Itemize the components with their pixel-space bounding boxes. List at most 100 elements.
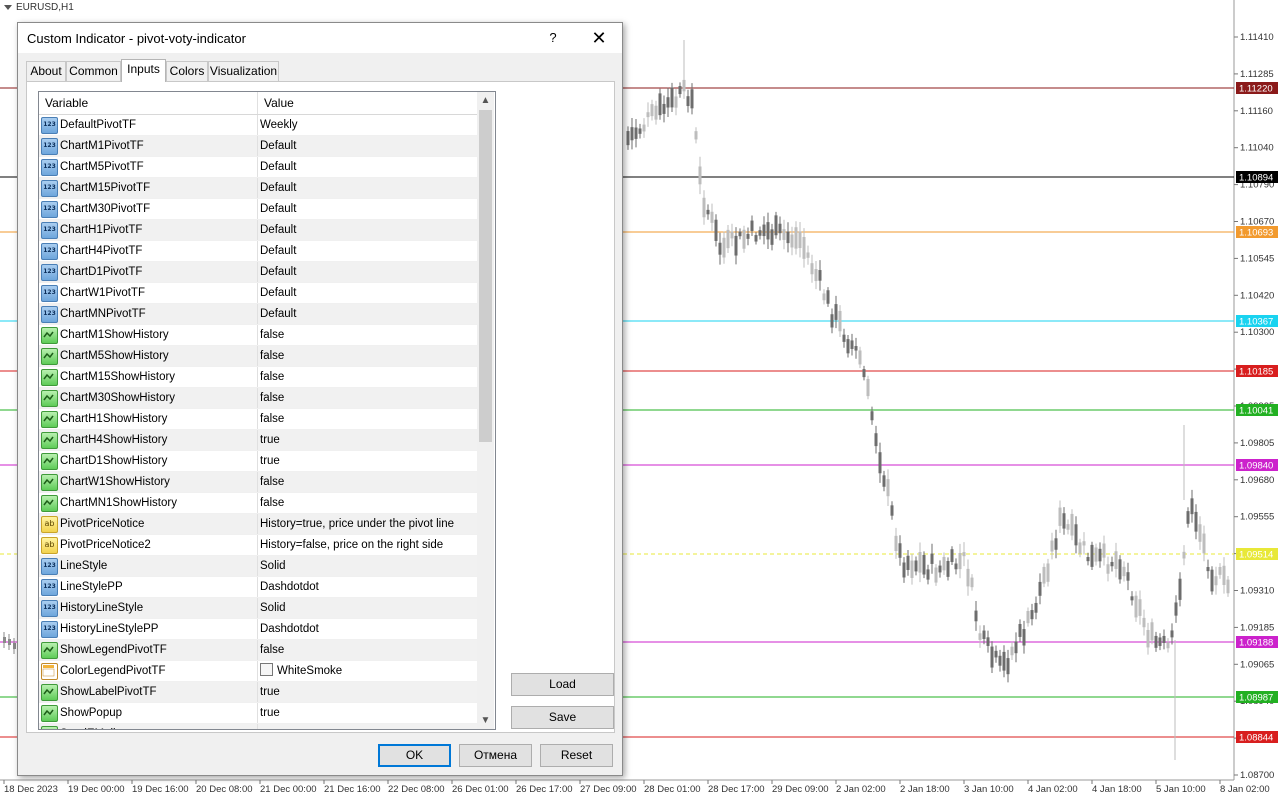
table-row[interactable]: ChartD1ShowHistory true — [39, 451, 477, 472]
table-row[interactable]: ab PivotPriceNotice History=true, price un… — [39, 514, 477, 535]
variable-value[interactable]: WhiteSmoke — [260, 661, 342, 681]
tab-common[interactable]: Common — [66, 61, 121, 81]
variable-value[interactable]: true — [260, 430, 280, 450]
variable-value[interactable]: History=true, price under the pivot line — [260, 514, 454, 534]
table-row[interactable]: SendEMail true — [39, 724, 477, 729]
table-row[interactable]: 123 ChartW1PivotTF Default — [39, 283, 477, 304]
save-button[interactable]: Save — [511, 706, 614, 729]
table-row[interactable]: 123 HistoryLineStyle Solid — [39, 598, 477, 619]
variable-value[interactable]: History=false, price on the right side — [260, 535, 443, 555]
table-row[interactable]: 123 ChartH1PivotTF Default — [39, 220, 477, 241]
table-row[interactable]: 123 DefaultPivotTF Weekly — [39, 115, 477, 136]
variable-value[interactable]: Default — [260, 241, 296, 261]
pivot-price-label: 1.10894 — [1239, 173, 1273, 184]
scrollbar-thumb[interactable] — [479, 110, 492, 442]
variable-value[interactable]: false — [260, 388, 284, 408]
table-row[interactable]: ShowLegendPivotTF false — [39, 640, 477, 661]
variable-value[interactable]: false — [260, 325, 284, 345]
inputs-grid[interactable]: Variable Value 123 DefaultPivotTF Weekly 12… — [38, 91, 496, 730]
column-divider — [257, 115, 258, 135]
pivot-price-label: 1.10041 — [1239, 406, 1273, 417]
table-row[interactable]: 123 ChartM30PivotTF Default — [39, 199, 477, 220]
candle-body — [958, 553, 962, 570]
variable-value[interactable]: Default — [260, 136, 296, 156]
variable-value[interactable]: Default — [260, 262, 296, 282]
variable-value[interactable]: Solid — [260, 598, 286, 618]
variable-value[interactable]: Default — [260, 157, 296, 177]
tab-colors[interactable]: Colors — [166, 61, 208, 81]
table-row[interactable]: ChartM5ShowHistory false — [39, 346, 477, 367]
table-row[interactable]: 123 ChartM15PivotTF Default — [39, 178, 477, 199]
candle-body — [890, 505, 894, 516]
variable-value[interactable]: true — [260, 724, 280, 729]
help-button[interactable]: ? — [542, 28, 564, 48]
variable-value[interactable]: false — [260, 493, 284, 513]
variable-value[interactable]: false — [260, 346, 284, 366]
load-button[interactable]: Load — [511, 673, 614, 696]
variable-value[interactable]: true — [260, 703, 280, 723]
variable-value[interactable]: false — [260, 640, 284, 660]
time-label: 21 Dec 16:00 — [324, 784, 381, 795]
ok-button[interactable]: OK — [378, 744, 451, 767]
pivot-price-label: 1.10367 — [1239, 317, 1273, 328]
table-row[interactable]: ColorLegendPivotTF WhiteSmoke — [39, 661, 477, 682]
variable-value[interactable]: true — [260, 451, 280, 471]
variable-value[interactable]: false — [260, 472, 284, 492]
table-row[interactable]: ChartH1ShowHistory false — [39, 409, 477, 430]
candle-body — [874, 433, 878, 447]
table-row[interactable]: ShowPopup true — [39, 703, 477, 724]
time-label: 2 Jan 18:00 — [900, 784, 950, 795]
variable-value[interactable]: Default — [260, 220, 296, 240]
table-row[interactable]: ChartM15ShowHistory false — [39, 367, 477, 388]
variable-value[interactable]: false — [260, 367, 284, 387]
tab-inputs[interactable]: Inputs — [121, 59, 166, 82]
tab-about[interactable]: About — [26, 61, 66, 81]
table-row[interactable]: ChartM30ShowHistory false — [39, 388, 477, 409]
table-row[interactable]: 123 ChartM5PivotTF Default — [39, 157, 477, 178]
table-row[interactable]: 123 HistoryLineStylePP Dashdotdot — [39, 619, 477, 640]
candle-body — [674, 96, 678, 108]
table-row[interactable]: ChartH4ShowHistory true — [39, 430, 477, 451]
variable-value[interactable]: Default — [260, 283, 296, 303]
table-row[interactable]: ShowLabelPivotTF true — [39, 682, 477, 703]
table-row[interactable]: 123 ChartD1PivotTF Default — [39, 262, 477, 283]
candle-body — [998, 655, 1002, 666]
candle-body — [1074, 524, 1078, 546]
reset-button[interactable]: Reset — [540, 744, 613, 767]
table-row[interactable]: ChartMN1ShowHistory false — [39, 493, 477, 514]
variable-name: ChartM30ShowHistory — [60, 392, 176, 404]
variable-value[interactable]: Default — [260, 199, 296, 219]
variable-value[interactable]: false — [260, 409, 284, 429]
dialog-titlebar[interactable]: Custom Indicator - pivot-voty-indicator … — [18, 23, 622, 53]
close-button[interactable]: ✕ — [586, 26, 612, 50]
variable-value[interactable]: Default — [260, 304, 296, 324]
grid-vertical-scrollbar[interactable]: ▲ ▼ — [477, 92, 494, 729]
variable-value[interactable]: Default — [260, 178, 296, 198]
table-row[interactable]: 123 LineStylePP Dashdotdot — [39, 577, 477, 598]
table-row[interactable]: ab PivotPriceNotice2 History=false, price … — [39, 535, 477, 556]
time-label: 22 Dec 08:00 — [388, 784, 445, 795]
table-row[interactable]: ChartW1ShowHistory false — [39, 472, 477, 493]
cancel-button[interactable]: Отмена — [459, 744, 532, 767]
candle-body — [654, 105, 658, 120]
table-row[interactable]: 123 ChartM1PivotTF Default — [39, 136, 477, 157]
color-swatch[interactable] — [260, 663, 273, 676]
variable-value[interactable]: Weekly — [260, 115, 298, 135]
table-row[interactable]: 123 ChartH4PivotTF Default — [39, 241, 477, 262]
variable-value[interactable]: Solid — [260, 556, 286, 576]
table-row[interactable]: ChartM1ShowHistory false — [39, 325, 477, 346]
column-header-value[interactable]: Value — [258, 92, 294, 114]
pivot-price-label: 1.08844 — [1239, 733, 1273, 744]
scroll-down-arrow-icon[interactable]: ▼ — [477, 712, 494, 729]
variable-value[interactable]: Dashdotdot — [260, 577, 319, 597]
column-header-variable[interactable]: Variable — [39, 92, 88, 114]
variable-value[interactable]: true — [260, 682, 280, 702]
table-row[interactable]: 123 LineStyle Solid — [39, 556, 477, 577]
string-param-icon: ab — [41, 537, 58, 554]
variable-value[interactable]: Dashdotdot — [260, 619, 319, 639]
scroll-up-arrow-icon[interactable]: ▲ — [477, 92, 494, 109]
numeric-param-icon: 123 — [41, 621, 58, 638]
candle-body — [702, 197, 706, 218]
table-row[interactable]: 123 ChartMNPivotTF Default — [39, 304, 477, 325]
tab-visualization[interactable]: Visualization — [208, 61, 279, 81]
